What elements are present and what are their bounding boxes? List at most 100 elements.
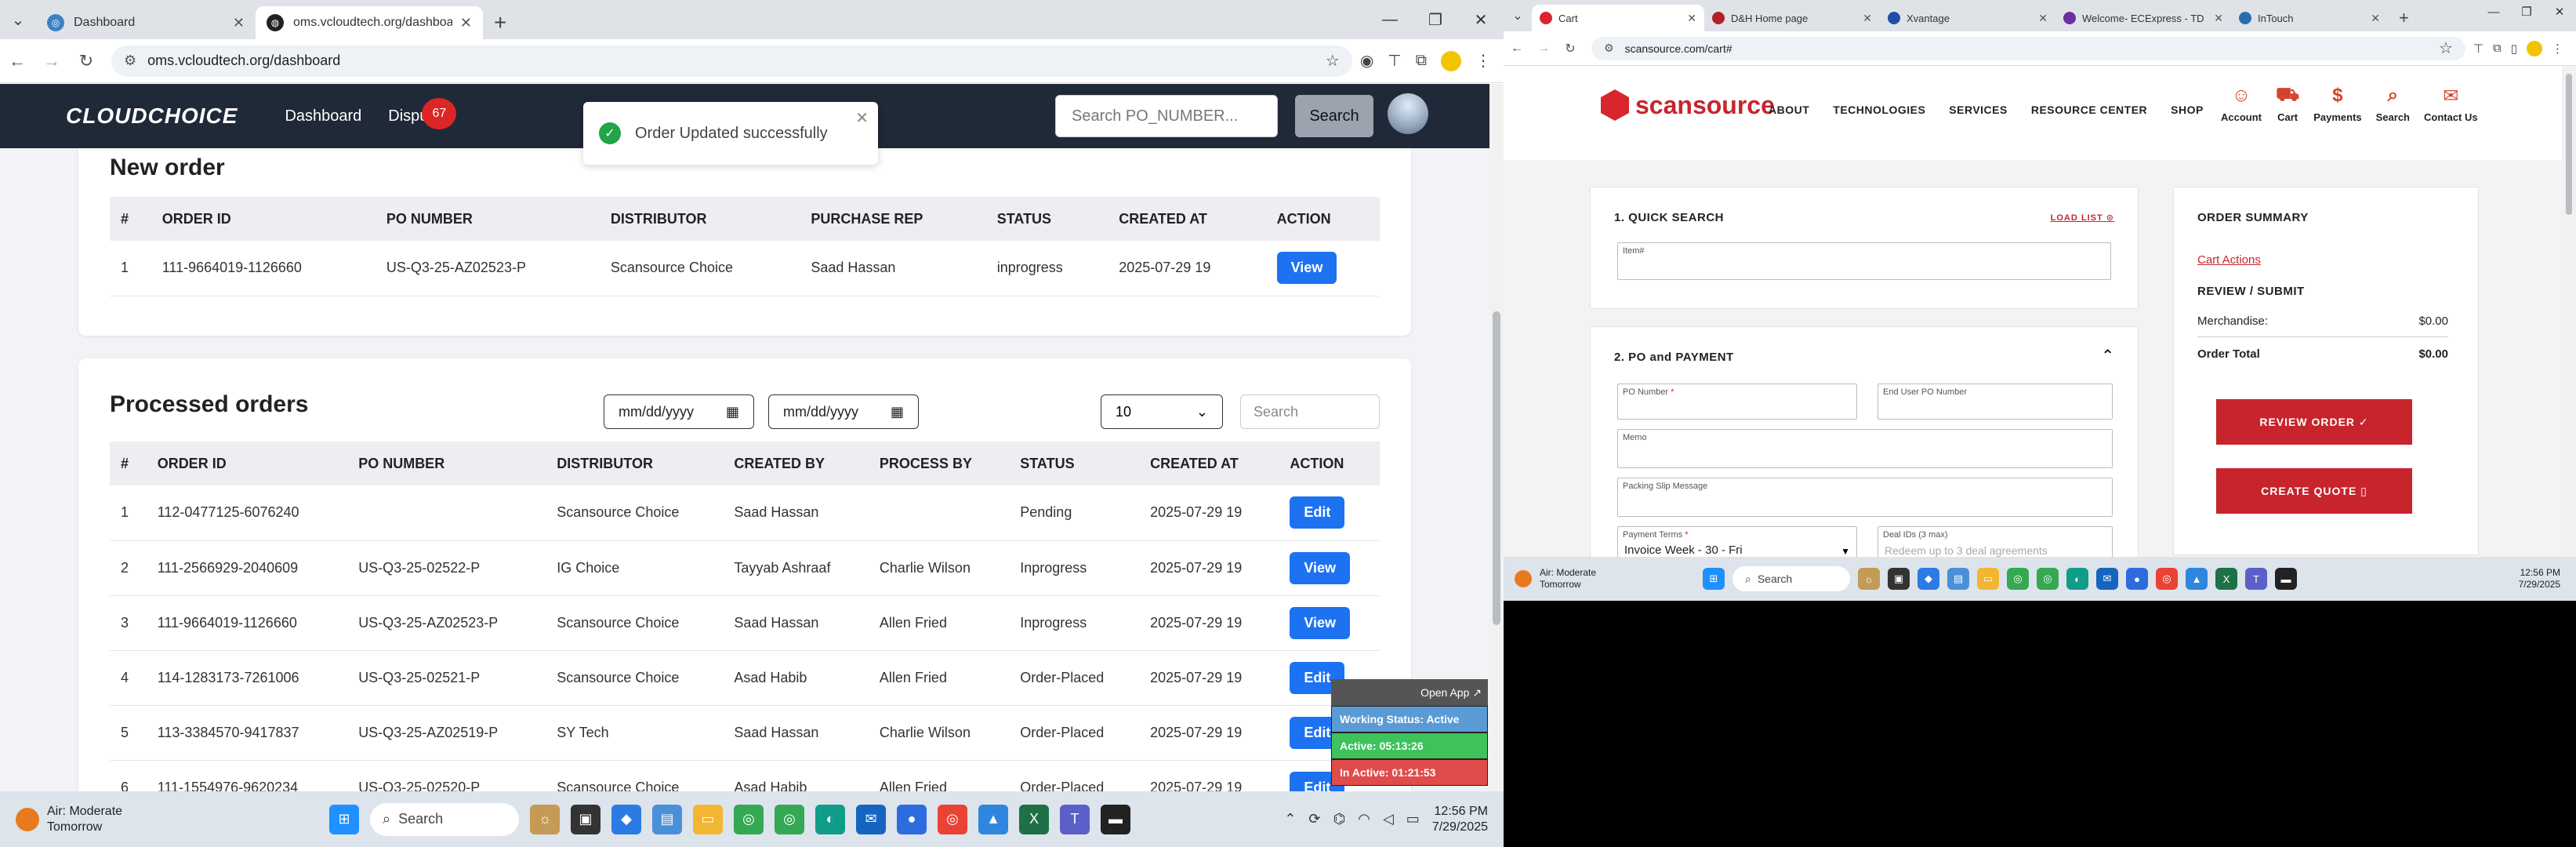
sync-icon[interactable]: ⟳	[1308, 811, 1320, 827]
terminal-icon[interactable]: ▬	[1101, 804, 1130, 834]
photos-icon[interactable]: ▲	[2186, 568, 2208, 590]
weather-widget[interactable]: Air: Moderate Tomorrow	[1515, 567, 1671, 591]
forward-icon[interactable]: →	[1530, 42, 1557, 56]
review-order-button[interactable]: REVIEW ORDER ✓	[2216, 399, 2412, 445]
memo-textarea[interactable]: Memo	[1617, 429, 2113, 468]
reload-icon[interactable]: ↻	[1557, 41, 1584, 56]
load-list-link[interactable]: LOAD LIST ⊙	[2051, 213, 2114, 223]
menu-item[interactable]: SERVICES	[1949, 104, 2008, 116]
teams-icon[interactable]: T	[1060, 804, 1090, 834]
reading-mode-icon[interactable]: ⊤	[1388, 51, 1401, 71]
item-number-input[interactable]: Item#	[1617, 242, 2111, 280]
edge-icon[interactable]: ◐	[2066, 568, 2088, 590]
payment-terms-select[interactable]: Payment Terms * Invoice Week - 30 - Fri …	[1617, 526, 1857, 557]
wifi-icon[interactable]: ◠	[1358, 811, 1370, 827]
edit-button[interactable]: Edit	[1290, 496, 1345, 529]
page-size-select[interactable]: 10 ⌄	[1101, 394, 1223, 429]
back-icon[interactable]: ←	[0, 51, 34, 71]
file-explorer-icon[interactable]: ▭	[1977, 568, 1999, 590]
outlook-icon[interactable]: ✉	[2096, 568, 2118, 590]
task-view-icon[interactable]: ▣	[1888, 568, 1910, 590]
clock[interactable]: 12:56 PM 7/29/2025	[2519, 567, 2560, 591]
windows-start-icon[interactable]: ⊞	[329, 804, 359, 834]
url-field[interactable]: ⚙ oms.vcloudtech.org/dashboard ☆	[111, 45, 1352, 77]
taskbar-search[interactable]: ⌕ Search	[1732, 566, 1850, 591]
puzzle-icon[interactable]: ⧉	[1416, 52, 1427, 70]
site-info-icon[interactable]: ⚙	[124, 53, 136, 69]
menu-item[interactable]: SHOP	[2171, 104, 2204, 116]
close-icon[interactable]: ✕	[2371, 12, 2380, 25]
tab-0[interactable]: Cart ✕	[1532, 5, 1704, 31]
po-number-input[interactable]: PO Number *	[1617, 384, 1857, 420]
tab-2[interactable]: Xvantage ✕	[1880, 5, 2055, 31]
close-icon[interactable]: ✕	[460, 15, 472, 31]
photos-icon[interactable]: ▲	[978, 804, 1008, 834]
tab-search-icon[interactable]: ⌄	[1504, 0, 1532, 31]
tab-1[interactable]: D&H Home page ✕	[1704, 5, 1880, 31]
close-window-icon[interactable]: ✕	[1458, 10, 1504, 30]
calendar-icon[interactable]: ▦	[726, 404, 739, 420]
tab-search-icon[interactable]: ⌄	[0, 0, 36, 39]
tab-dashboard[interactable]: ◎ Dashboard ✕	[36, 6, 256, 39]
close-icon[interactable]: ✕	[1687, 12, 1696, 25]
chrome-icon[interactable]: ◎	[734, 804, 764, 834]
create-quote-button[interactable]: CREATE QUOTE ▯	[2216, 468, 2412, 514]
zoom-icon[interactable]: ●	[897, 804, 927, 834]
chrome-profile-icon[interactable]: ◎	[775, 804, 804, 834]
scansource-logo[interactable]: scansource	[1601, 89, 1775, 121]
orders-search-input[interactable]: Search	[1240, 394, 1380, 429]
cart-actions-link[interactable]: Cart Actions	[2197, 253, 2261, 267]
excel-icon[interactable]: X	[1019, 804, 1049, 834]
minimize-icon[interactable]: —	[2477, 5, 2510, 19]
app-icon[interactable]: ◆	[1917, 568, 1939, 590]
url-field[interactable]: ⚙ scansource.com/cart# ☆	[1591, 36, 2465, 60]
chrome-profile-icon[interactable]: ◎	[2037, 568, 2059, 590]
calculator-icon[interactable]: ▤	[1947, 568, 1969, 590]
app-icon[interactable]: ◆	[611, 804, 641, 834]
view-button[interactable]: View	[1276, 252, 1337, 285]
file-explorer-icon[interactable]: ▭	[693, 804, 723, 834]
zoom-icon[interactable]: ●	[2126, 568, 2148, 590]
clock[interactable]: 12:56 PM 7/29/2025	[1432, 804, 1488, 835]
profile-avatar[interactable]	[2527, 40, 2542, 56]
menu-dots-icon[interactable]: ⋮	[2552, 42, 2563, 56]
header-search[interactable]: ⌕ Search	[2376, 80, 2410, 123]
nav-disputes[interactable]: Dispu 67	[388, 97, 457, 129]
news-icon[interactable]: ☼	[1858, 568, 1880, 590]
user-avatar[interactable]	[1388, 93, 1428, 134]
chrome-alt-icon[interactable]: ◎	[938, 804, 967, 834]
close-icon[interactable]: ✕	[233, 15, 245, 31]
date-from-input[interactable]: mm/dd/yyyy ▦	[604, 394, 754, 429]
menu-item[interactable]: TECHNOLOGIES	[1833, 104, 1925, 116]
po-search-input[interactable]: Search PO_NUMBER...	[1055, 95, 1278, 137]
page-scrollbar[interactable]	[1489, 84, 1504, 791]
restore-icon[interactable]: ❐	[2510, 5, 2543, 19]
terminal-icon[interactable]: ▬	[2275, 568, 2297, 590]
menu-item[interactable]: RESOURCE CENTER	[2031, 104, 2147, 116]
packing-slip-textarea[interactable]: Packing Slip Message	[1617, 478, 2113, 517]
header-payments[interactable]: $ Payments	[2313, 80, 2361, 123]
open-app-link[interactable]: Open App ↗	[1331, 679, 1488, 706]
puzzle-icon[interactable]: ⧉	[2493, 42, 2502, 55]
close-window-icon[interactable]: ✕	[2543, 5, 2576, 19]
task-view-icon[interactable]: ▣	[571, 804, 600, 834]
date-to-input[interactable]: mm/dd/yyyy ▦	[768, 394, 919, 429]
battery-icon[interactable]: ▭	[1406, 811, 1420, 827]
bookmark-star-icon[interactable]: ☆	[2439, 38, 2453, 58]
news-icon[interactable]: ☼	[530, 804, 560, 834]
header-account[interactable]: ☺ Account	[2221, 80, 2262, 123]
reading-mode-icon[interactable]: ⊤	[2473, 42, 2483, 56]
close-icon[interactable]: ✕	[2038, 12, 2048, 25]
teams-icon[interactable]: T	[2245, 568, 2267, 590]
tab-3[interactable]: Welcome- ECExpress - TD S ✕	[2055, 5, 2231, 31]
site-info-icon[interactable]: ⚙	[1604, 42, 1614, 55]
edge-icon[interactable]: ◐	[815, 804, 845, 834]
extension-icon[interactable]: ◉	[1360, 51, 1373, 71]
menu-dots-icon[interactable]: ⋮	[1475, 51, 1491, 71]
search-button[interactable]: Search	[1295, 95, 1373, 137]
close-icon[interactable]: ✕	[855, 108, 869, 128]
page-scrollbar[interactable]	[2562, 66, 2576, 557]
header-contact-us[interactable]: ✉ Contact Us	[2424, 80, 2478, 124]
forward-icon[interactable]: →	[34, 51, 69, 71]
chrome-alt-icon[interactable]: ◎	[2156, 568, 2178, 590]
